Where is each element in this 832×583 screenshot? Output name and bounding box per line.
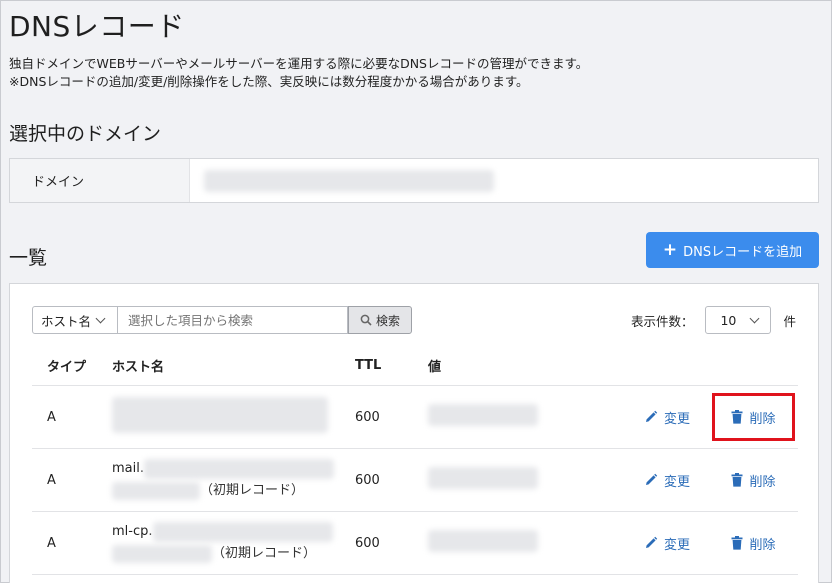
host-redacted [112,397,328,433]
trash-icon [731,473,743,487]
search-field-select[interactable]: ホスト名 [32,306,118,334]
record-host: ml-cp. （初期レコード） [112,521,355,565]
description-line-1: 独自ドメインでWEBサーバーやメールサーバーを運用する際に必要なDNSレコードの… [9,56,589,71]
table-header: タイプ ホスト名 TTL 値 [32,346,798,386]
host-redacted [112,544,212,563]
delete-label: 削除 [749,411,776,427]
delete-wrap: 削除 [712,519,795,567]
search-icon [360,314,372,326]
dns-records-table: タイプ ホスト名 TTL 値 A 600 変更 削除 A mail. （初期レコ… [32,346,798,575]
search-input[interactable] [118,306,348,334]
domain-value [190,159,494,202]
record-value [428,467,628,493]
list-heading: 一覧 [9,247,48,269]
records-panel: ホスト名 検索 表示件数： 10 件 タイプ ホスト名 TTL 値 A [9,283,819,583]
value-redacted [428,404,538,426]
record-value [428,530,628,556]
delete-button[interactable]: 削除 [731,534,776,553]
record-ttl: 600 [355,409,380,425]
domain-value-redacted [204,169,494,192]
delete-label: 削除 [749,537,776,553]
header-ttl: TTL [355,358,382,373]
pencil-icon [645,473,658,485]
record-host: mail. （初期レコード） [112,458,355,502]
trash-icon [731,410,743,424]
add-dns-record-button[interactable]: + DNSレコードを追加 [646,232,819,268]
plus-icon: + [662,239,678,260]
row-actions: 変更 削除 [628,393,798,441]
record-host [112,397,355,437]
row-actions: 変更 削除 [628,519,798,567]
edit-label: 変更 [663,411,690,427]
row-actions: 変更 削除 [628,456,798,504]
per-page-value: 10 [720,312,737,328]
initial-record-note: （初期レコード） [200,483,305,498]
search-button-label: 検索 [375,313,400,328]
page-title: DNSレコード [9,10,185,43]
record-value [428,404,628,430]
edit-button[interactable]: 変更 [644,471,690,490]
delete-label: 削除 [749,474,776,490]
host-prefix: mail. [112,461,144,476]
domain-label: ドメイン [10,159,190,202]
value-redacted [428,467,538,489]
record-ttl: 600 [355,535,380,551]
edit-label: 変更 [663,474,690,490]
add-dns-record-label: DNSレコードを追加 [683,244,803,260]
record-type: A [47,535,56,551]
chevron-down-icon [750,313,760,323]
delete-highlight-box: 削除 [712,393,795,441]
delete-wrap: 削除 [712,456,795,504]
search-field-select-value: ホスト名 [41,313,92,329]
edit-label: 変更 [663,537,690,553]
pencil-icon [645,536,658,548]
per-page-unit: 件 [783,313,796,329]
table-row: A 600 変更 削除 [32,386,798,449]
selected-domain-box: ドメイン [9,158,819,203]
selected-domain-heading: 選択中のドメイン [9,123,162,145]
trash-icon [731,536,743,550]
search-button[interactable]: 検索 [348,306,412,334]
record-type: A [47,472,56,488]
host-redacted [112,481,200,500]
record-type: A [47,409,56,425]
edit-button[interactable]: 変更 [644,534,690,553]
pencil-icon [645,410,658,422]
search-group: ホスト名 検索 [32,306,412,334]
host-redacted [152,521,333,542]
host-redacted [144,458,334,479]
chevron-down-icon [95,313,106,323]
record-ttl: 600 [355,472,380,488]
header-host: ホスト名 [112,360,165,375]
header-value: 値 [428,360,442,375]
per-page-label: 表示件数： [630,313,694,329]
delete-button[interactable]: 削除 [731,408,776,427]
delete-button[interactable]: 削除 [731,471,776,490]
description-line-2: ※DNSレコードの追加/変更/削除操作をした際、実反映には数分程度かかる場合があ… [9,74,529,89]
header-type: タイプ [47,360,87,375]
table-row: A ml-cp. （初期レコード） 600 変更 削除 [32,512,798,575]
host-prefix: ml-cp. [112,524,153,539]
value-redacted [428,530,538,552]
edit-button[interactable]: 変更 [644,408,690,427]
per-page-control: 表示件数： 10 件 [631,306,796,334]
per-page-select[interactable]: 10 [705,306,772,334]
table-row: A mail. （初期レコード） 600 変更 削除 [32,449,798,512]
initial-record-note: （初期レコード） [212,546,317,561]
page-description: 独自ドメインでWEBサーバーやメールサーバーを運用する際に必要なDNSレコードの… [9,55,588,91]
